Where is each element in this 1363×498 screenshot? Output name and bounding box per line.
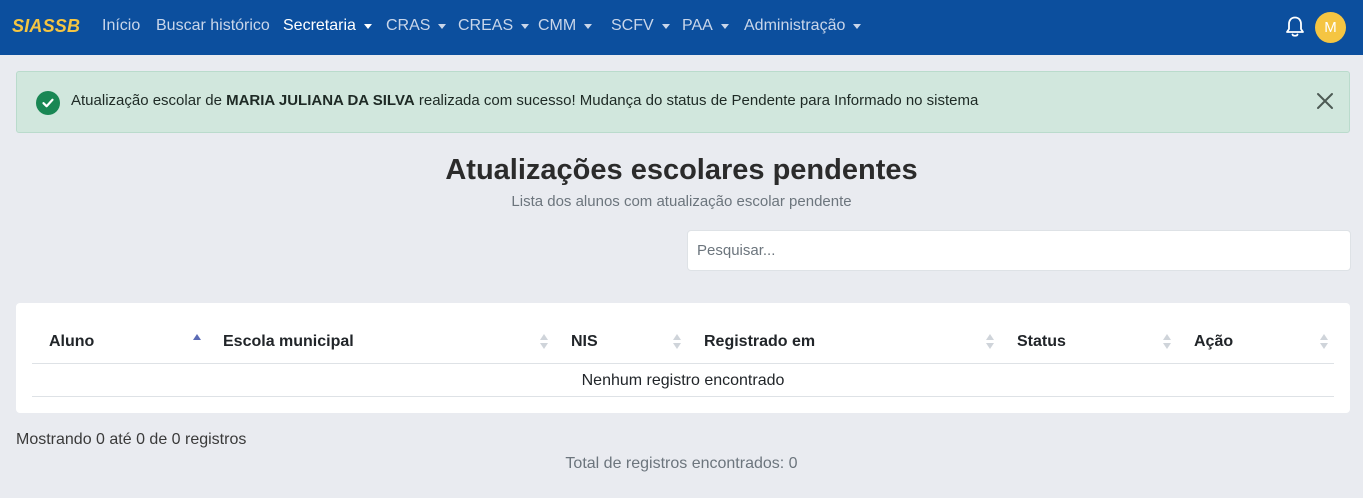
column-header-aluno[interactable]: Aluno	[49, 333, 94, 351]
nav-item-label: Início	[102, 17, 141, 34]
nav-item-creas[interactable]: CREAS	[458, 17, 530, 35]
column-header-registrado-em[interactable]: Registrado em	[704, 333, 815, 351]
nav-item-label: CRAS	[386, 17, 431, 34]
search-input[interactable]	[687, 230, 1351, 271]
header-divider	[32, 363, 1334, 364]
nav-item-label: CMM	[538, 17, 577, 34]
page-subtitle: Lista dos alunos com atualização escolar…	[511, 193, 852, 210]
brand-logo[interactable]: SIASSB	[12, 16, 80, 37]
bell-icon[interactable]	[1284, 15, 1306, 39]
data-table: Aluno Escola municipal NIS Registrado em…	[16, 303, 1350, 413]
sort-icon[interactable]	[1320, 334, 1328, 350]
nav-item-label: Administração	[744, 17, 846, 34]
nav-item-buscar-historico[interactable]: Buscar histórico	[156, 17, 270, 35]
alert-student-name: MARIA JULIANA DA SILVA	[226, 92, 415, 109]
nav-item-secretaria[interactable]: Secretaria	[283, 17, 372, 35]
nav-item-label: Buscar histórico	[156, 17, 270, 34]
nav-item-scfv[interactable]: SCFV	[611, 17, 670, 35]
nav-item-label: SCFV	[611, 17, 654, 34]
column-header-status[interactable]: Status	[1017, 333, 1066, 351]
alert-message-prefix: Atualização escolar de	[71, 92, 227, 109]
caret-down-icon	[438, 24, 447, 29]
check-circle-icon	[36, 91, 60, 115]
caret-down-icon	[521, 24, 530, 29]
total-records: Total de registros encontrados: 0	[565, 455, 798, 472]
nav-item-inicio[interactable]: Início	[102, 17, 140, 35]
column-header-acao[interactable]: Ação	[1194, 333, 1233, 351]
nav-item-cras[interactable]: CRAS	[386, 17, 447, 35]
sort-icon[interactable]	[673, 334, 681, 350]
close-icon[interactable]	[1315, 91, 1335, 111]
sort-icon[interactable]	[540, 334, 548, 350]
caret-down-icon	[363, 24, 372, 29]
nav-item-cmm[interactable]: CMM	[538, 17, 593, 35]
alert-message: Atualização escolar de MARIA JULIANA DA …	[71, 92, 978, 109]
caret-down-icon	[853, 24, 862, 29]
success-alert: Atualização escolar de MARIA JULIANA DA …	[16, 71, 1350, 133]
caret-down-icon	[720, 24, 729, 29]
sort-icon[interactable]	[986, 334, 994, 350]
user-avatar[interactable]: M	[1315, 12, 1346, 43]
table-info: Mostrando 0 até 0 de 0 registros	[16, 431, 247, 448]
sort-icon[interactable]	[1163, 334, 1171, 350]
nav-item-label: CREAS	[458, 17, 514, 34]
caret-down-icon	[584, 24, 593, 29]
nav-item-administracao[interactable]: Administração	[744, 17, 862, 35]
top-navbar: SIASSB Início Buscar histórico Secretari…	[0, 0, 1363, 55]
caret-down-icon	[661, 24, 670, 29]
empty-table-message: Nenhum registro encontrado	[581, 372, 785, 389]
sort-asc-icon[interactable]	[193, 334, 201, 350]
nav-item-paa[interactable]: PAA	[682, 17, 729, 35]
column-header-escola[interactable]: Escola municipal	[223, 333, 354, 351]
page-title: Atualizações escolares pendentes	[445, 154, 918, 186]
row-divider	[32, 396, 1334, 397]
alert-message-suffix: realizada com sucesso! Mudança do status…	[414, 92, 979, 109]
nav-item-label: Secretaria	[283, 17, 356, 34]
nav-item-label: PAA	[682, 17, 713, 34]
column-header-nis[interactable]: NIS	[571, 333, 598, 351]
